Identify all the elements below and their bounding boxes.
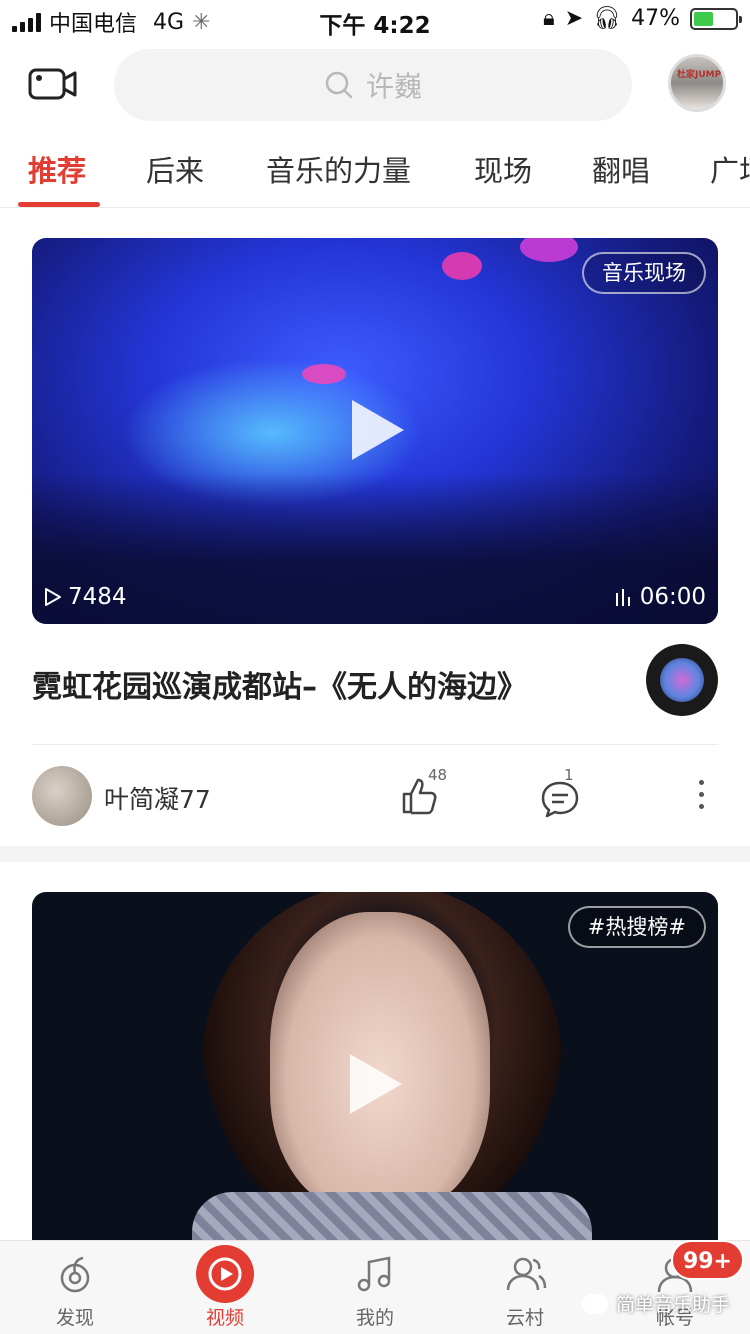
- play-icon-2[interactable]: [350, 1054, 402, 1114]
- nav-mine[interactable]: 我的: [320, 1251, 430, 1330]
- nav-video[interactable]: 视频: [170, 1245, 280, 1330]
- play-count: 7484: [44, 584, 127, 610]
- battery-icon: [690, 7, 742, 30]
- watermark: 简单音乐助手: [581, 1290, 730, 1317]
- video-card: 音乐现场 7484 06:00 霓虹花园巡演成都站–《无人的海边》 叶简凝77 …: [0, 210, 750, 840]
- play-outline-icon: [45, 588, 61, 606]
- tab-live[interactable]: 现场: [474, 148, 532, 190]
- nav-cloud-village[interactable]: 云村: [470, 1251, 580, 1330]
- author-name[interactable]: 叶简凝77: [104, 780, 211, 816]
- comment-count: 1: [564, 766, 574, 784]
- duration: 06:00: [614, 584, 706, 610]
- equalizer-icon: [615, 589, 630, 606]
- author-avatar[interactable]: [32, 766, 92, 826]
- author-row: 叶简凝77 48 1: [32, 766, 718, 828]
- like-count: 48: [428, 766, 448, 784]
- friends-icon: [506, 1257, 547, 1291]
- duration-value: 06:00: [639, 584, 706, 610]
- card-separator: [0, 846, 750, 862]
- tab-recommend[interactable]: 推荐: [28, 148, 86, 190]
- nav-cloud-village-label: 云村: [505, 1307, 544, 1329]
- video-thumbnail-2[interactable]: #热搜榜#: [32, 892, 718, 1242]
- tab-power-of-music[interactable]: 音乐的力量: [266, 148, 411, 190]
- tab-indicator: [18, 202, 100, 207]
- video-camera-icon[interactable]: [28, 66, 78, 102]
- video-thumbnail[interactable]: 音乐现场 7484 06:00: [32, 238, 718, 624]
- notification-badge: 99+: [670, 1240, 744, 1280]
- divider: [32, 744, 718, 745]
- search-icon: [325, 71, 353, 99]
- video-tag[interactable]: 音乐现场: [582, 252, 706, 294]
- music-note-icon: [357, 1256, 391, 1292]
- video-icon: [208, 1257, 242, 1291]
- video-card-2: #热搜榜#: [0, 862, 750, 1242]
- nav-discover-label: 发现: [55, 1307, 94, 1329]
- tab-houlai[interactable]: 后来: [146, 148, 204, 190]
- comment-icon[interactable]: [540, 780, 580, 818]
- rotation-lock-icon: 🔒︎: [543, 6, 555, 31]
- battery-percent: 47%: [631, 6, 680, 31]
- category-tabs: 推荐 后来 音乐的力量 现场 翻唱 广场: [0, 140, 750, 208]
- music-disc-icon[interactable]: [646, 644, 718, 716]
- user-avatar[interactable]: 杜家JUMP: [668, 54, 726, 112]
- wechat-icon: [581, 1293, 608, 1314]
- search-input[interactable]: 许巍: [114, 49, 632, 121]
- location-icon: ➤: [564, 6, 584, 31]
- video-tag-2[interactable]: #热搜榜#: [567, 906, 706, 948]
- watermark-text: 简单音乐助手: [615, 1294, 730, 1316]
- search-placeholder: 许巍: [365, 70, 422, 103]
- discover-icon: [60, 1256, 90, 1293]
- status-bar: 中国电信 4G ✳ 下午 4:22 🔒︎ ➤ 🎧︎ 47%: [0, 0, 750, 40]
- header: 许巍 杜家JUMP: [0, 46, 750, 126]
- play-count-value: 7484: [68, 584, 127, 610]
- nav-video-label: 视频: [205, 1307, 244, 1329]
- video-title[interactable]: 霓虹花园巡演成都站–《无人的海边》: [32, 662, 527, 706]
- nav-discover[interactable]: 发现: [20, 1251, 130, 1330]
- play-icon[interactable]: [352, 400, 404, 460]
- nav-mine-label: 我的: [355, 1307, 394, 1329]
- more-icon[interactable]: [699, 780, 704, 809]
- tab-square[interactable]: 广场: [710, 148, 750, 190]
- avatar-text: 杜家JUMP: [677, 70, 722, 80]
- tab-cover[interactable]: 翻唱: [592, 148, 650, 190]
- headphones-icon: 🎧︎: [593, 6, 622, 31]
- bottom-nav: 发现 视频 我的 云村 帐号: [0, 1240, 750, 1334]
